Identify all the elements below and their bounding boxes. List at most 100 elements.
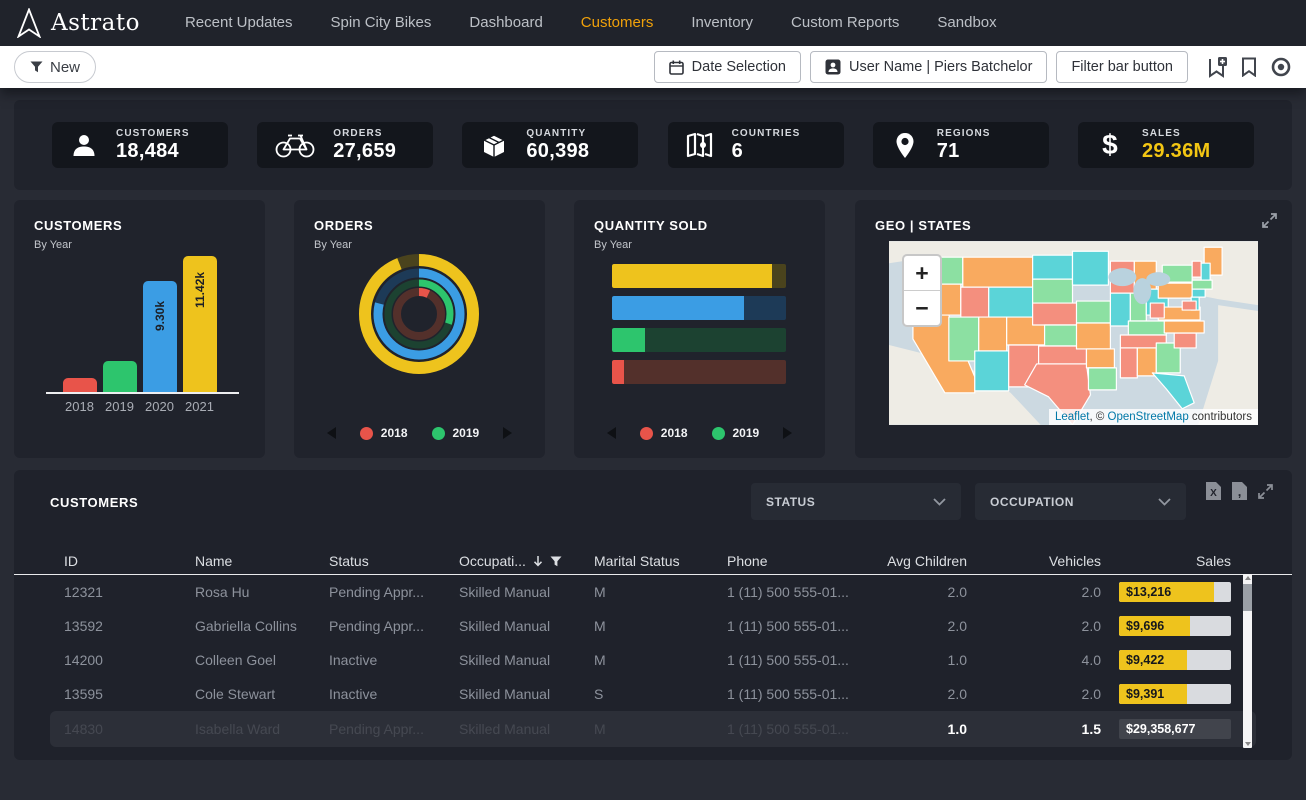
legend-next-arrow[interactable] (503, 427, 512, 439)
nav-item-inventory[interactable]: Inventory (672, 0, 772, 46)
nav-item-sandbox[interactable]: Sandbox (918, 0, 1015, 46)
panel-subtitle: By Year (34, 239, 245, 251)
hbar-2020[interactable] (612, 296, 786, 320)
date-selection-button[interactable]: Date Selection (654, 51, 801, 83)
scroll-up-arrow[interactable] (1245, 576, 1251, 580)
bookmark-add-icon[interactable] (1207, 56, 1228, 78)
hbar-fill (612, 264, 772, 288)
col-header-name[interactable]: Name (195, 553, 329, 569)
openstreetmap-link[interactable]: OpenStreetMap (1108, 411, 1189, 423)
leaflet-link[interactable]: Leaflet (1055, 411, 1090, 423)
table-row[interactable]: 13592 Gabriella Collins Pending Appr... … (14, 609, 1292, 643)
scroll-down-arrow[interactable] (1245, 742, 1251, 746)
nav-item-custom-reports[interactable]: Custom Reports (772, 0, 918, 46)
total-avg-children: 1.0 (877, 721, 967, 737)
filter-icon[interactable] (550, 556, 562, 567)
kpi-sales: $ SALES 29.36M (1078, 122, 1254, 168)
col-header-id[interactable]: ID (64, 553, 195, 569)
legend-dot (432, 427, 445, 440)
expand-icon[interactable] (1261, 212, 1278, 229)
cell-occupation: Skilled Manual (459, 618, 594, 634)
cell-vehicles: 2.0 (967, 686, 1101, 702)
table-scrollbar[interactable] (1243, 574, 1252, 748)
zoom-in-button[interactable]: + (904, 256, 940, 291)
sales-value: $9,696 (1126, 616, 1164, 636)
choropleth-map (889, 241, 1258, 425)
person-icon (71, 132, 97, 158)
hbar-2018[interactable] (612, 360, 786, 384)
occupation-filter-dropdown[interactable]: OCCUPATION (975, 483, 1186, 520)
ghost-cell-name: Isabella Ward (195, 721, 329, 737)
sort-desc-icon[interactable] (533, 555, 543, 567)
excel-export-icon[interactable]: X (1205, 481, 1222, 501)
hbar-fill (612, 360, 624, 384)
table-title: CUSTOMERS (50, 495, 138, 510)
cell-sales: $9,391 (1101, 684, 1231, 704)
nav-item-dashboard[interactable]: Dashboard (450, 0, 561, 46)
filter-bar-button[interactable]: Filter bar button (1056, 51, 1188, 83)
table-row[interactable]: 14200 Colleen Goel Inactive Skilled Manu… (14, 643, 1292, 677)
nav-item-customers[interactable]: Customers (562, 0, 673, 46)
table-row[interactable]: 13595 Cole Stewart Inactive Skilled Manu… (14, 677, 1292, 711)
donut-chart[interactable] (351, 246, 487, 382)
bar-2019[interactable] (103, 361, 137, 392)
kpi-regions: REGIONS 71 (873, 122, 1049, 168)
kpi-strip: CUSTOMERS 18,484 ORDERS 27,659 QUANTITY … (14, 100, 1292, 190)
bar-2020[interactable]: 9.30k (143, 281, 177, 392)
dropdown-label: OCCUPATION (990, 495, 1074, 509)
col-header-marital-status[interactable]: Marital Status (594, 553, 727, 569)
col-header-sales[interactable]: Sales (1101, 553, 1231, 569)
cell-phone: 1 (11) 500 555-01... (727, 652, 877, 668)
eye-icon[interactable] (1270, 56, 1292, 78)
col-header-occupation[interactable]: Occupati... (459, 553, 594, 569)
bar-2021[interactable]: 11.42k (183, 256, 217, 392)
col-header-phone[interactable]: Phone (727, 553, 877, 569)
x-axis-labels: 2018 2019 2020 2021 (14, 399, 265, 414)
zoom-out-button[interactable]: − (904, 291, 940, 325)
legend-prev-arrow[interactable] (327, 427, 336, 439)
cell-occupation: Skilled Manual (459, 686, 594, 702)
app-logo[interactable]: Astrato (16, 8, 140, 38)
csv-export-icon[interactable]: , (1231, 481, 1248, 501)
legend-item-2018[interactable]: 2018 (640, 426, 688, 440)
nav-item-recent-updates[interactable]: Recent Updates (166, 0, 312, 46)
hbar-2019[interactable] (612, 328, 786, 352)
x-tick: 2021 (183, 399, 217, 414)
total-vehicles: 1.5 (967, 721, 1101, 737)
us-states-map[interactable]: + − Leaflet, © OpenStreetMap contributor… (889, 241, 1258, 425)
kpi-countries: COUNTRIES 6 (668, 122, 844, 168)
legend-label: 2018 (381, 426, 408, 440)
legend-item-2019[interactable]: 2019 (432, 426, 480, 440)
status-filter-dropdown[interactable]: STATUS (751, 483, 961, 520)
col-header-status[interactable]: Status (329, 553, 459, 569)
col-header-vehicles[interactable]: Vehicles (967, 553, 1101, 569)
table-body: 12321 Rosa Hu Pending Appr... Skilled Ma… (14, 575, 1292, 711)
kpi-quantity: QUANTITY 60,398 (462, 122, 638, 168)
table-row[interactable]: 12321 Rosa Hu Pending Appr... Skilled Ma… (14, 575, 1292, 609)
kpi-label: COUNTRIES (732, 128, 801, 139)
kpi-value: 27,659 (333, 140, 396, 163)
col-header-avg-children[interactable]: Avg Children (877, 553, 967, 569)
nav-item-spin-city-bikes[interactable]: Spin City Bikes (312, 0, 451, 46)
hbar-2021[interactable] (612, 264, 786, 288)
top-nav: Astrato Recent Updates Spin City Bikes D… (0, 0, 1306, 46)
quantity-chart-panel: QUANTITY SOLD By Year 2018 2019 (574, 200, 825, 458)
kpi-label: QUANTITY (526, 128, 589, 139)
legend-item-2019[interactable]: 2019 (712, 426, 760, 440)
bookmark-icon[interactable] (1241, 57, 1257, 77)
kpi-label: CUSTOMERS (116, 128, 190, 139)
user-name-button[interactable]: User Name | Piers Batchelor (810, 51, 1047, 83)
expand-icon[interactable] (1257, 483, 1274, 500)
cell-avg-children: 2.0 (877, 618, 967, 634)
cell-id: 13595 (64, 686, 195, 702)
cell-sales: $9,696 (1101, 616, 1231, 636)
ghost-cell-occupation: Skilled Manual (459, 721, 594, 737)
total-sales-value: $29,358,677 (1126, 719, 1196, 739)
new-filter-button[interactable]: New (14, 51, 96, 83)
legend-item-2018[interactable]: 2018 (360, 426, 408, 440)
table-header-row: ID Name Status Occupati... Marital Statu… (14, 548, 1292, 575)
scrollbar-thumb[interactable] (1243, 584, 1252, 611)
legend-next-arrow[interactable] (783, 427, 792, 439)
bar-2018[interactable] (63, 378, 97, 392)
legend-prev-arrow[interactable] (607, 427, 616, 439)
